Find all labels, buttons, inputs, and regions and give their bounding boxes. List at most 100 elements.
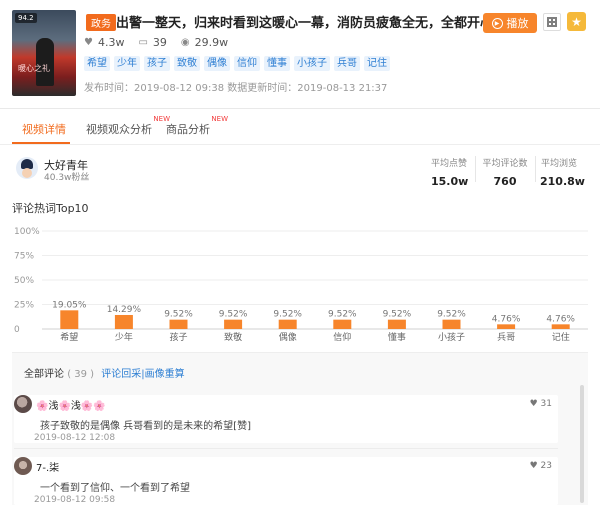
tab-audience-analysis[interactable]: 视频观众分析 NEW xyxy=(86,115,170,137)
metric-value: 15.0w xyxy=(431,175,469,188)
bar-value-label: 4.76% xyxy=(492,314,521,324)
genre-badge: 政务 xyxy=(86,14,116,31)
keyword-bar-chart: 100% 75% 50% 25% 0 19.05% 希望 14.29% 少年 9.52% 孩子 9.5… xyxy=(14,227,588,343)
y-tick-label: 100% xyxy=(14,227,40,237)
tag-item[interactable]: 记住 xyxy=(364,56,390,71)
tag-item[interactable]: 信仰 xyxy=(234,56,260,71)
favorite-button[interactable]: ★ xyxy=(567,12,586,31)
thumbnail-caption: 暖心之礼 xyxy=(18,64,50,73)
author-avatar[interactable] xyxy=(16,157,38,179)
bar[interactable] xyxy=(60,310,79,329)
bar[interactable] xyxy=(551,324,570,329)
metric-value: 210.8w xyxy=(540,175,585,188)
bar-value-label: 9.52% xyxy=(437,310,466,320)
video-title: 出警一整天，归来时看到这暖心一幕，消防员疲惫全无，全都开心的... xyxy=(116,16,521,31)
play-button-label: 播放 xyxy=(506,17,529,30)
x-tick-label: 懂事 xyxy=(388,331,406,343)
comment-text: 一个看到了信仰、一个看到了希望 xyxy=(40,483,190,494)
comment-avatar[interactable] xyxy=(14,395,32,413)
bar[interactable] xyxy=(224,319,243,329)
active-tab-indicator xyxy=(12,142,70,144)
chart-title: 评论热词Top10 xyxy=(12,202,89,215)
bar[interactable] xyxy=(442,319,461,329)
comments-stat: ▭ 39 xyxy=(138,36,166,49)
views-stat: ◉ 29.9w xyxy=(181,36,228,49)
tab-label: 视频观众分析 xyxy=(86,123,152,136)
recollect-link[interactable]: 评论回采|画像重算 xyxy=(101,369,184,380)
video-stats: ♥ 4.3w ▭ 39 ◉ 29.9w xyxy=(84,36,228,49)
metric-label: 平均浏览 xyxy=(540,159,577,169)
metric-label: 平均评论数 xyxy=(482,159,528,169)
play-button[interactable]: ▶ 播放 xyxy=(483,13,537,33)
bar[interactable] xyxy=(169,319,188,329)
video-thumbnail[interactable]: 94.2 暖心之礼 xyxy=(12,10,76,96)
comment-time: 2019-08-12 12:08 xyxy=(34,433,116,443)
bar-value-label: 9.52% xyxy=(164,310,193,320)
x-tick-label: 致敬 xyxy=(224,331,242,343)
x-tick-label: 记住 xyxy=(552,331,570,343)
bar[interactable] xyxy=(497,324,516,329)
tab-video-details[interactable]: 视频详情 xyxy=(22,121,66,137)
tab-label: 视频详情 xyxy=(22,123,66,136)
metric-label: 平均点赞 xyxy=(431,159,468,169)
likes-count: 4.3w xyxy=(97,36,125,49)
bar[interactable] xyxy=(278,319,297,329)
qr-code-button[interactable] xyxy=(543,13,561,31)
metric-divider xyxy=(475,156,476,182)
y-tick-label: 25% xyxy=(14,301,34,311)
comment-username[interactable]: 🌸浅🌸浅🌸🌸 xyxy=(36,397,106,412)
bar-value-label: 4.76% xyxy=(546,314,575,324)
comment-item: 7-.柒 ♥ 23 一个看到了信仰、一个看到了希望 2019-08-12 09:… xyxy=(14,457,558,505)
bar-value-label: 14.29% xyxy=(107,305,142,315)
metric-avg-likes: 平均点赞 15.0w xyxy=(431,156,469,188)
heart-icon: ♥ xyxy=(529,461,538,471)
x-tick-label: 希望 xyxy=(60,331,78,343)
y-tick-label: 50% xyxy=(14,276,34,286)
bar[interactable] xyxy=(114,314,133,329)
tag-item[interactable]: 致敬 xyxy=(174,56,200,71)
x-tick-label: 兵哥 xyxy=(497,331,515,343)
bar-value-label: 9.52% xyxy=(383,310,412,320)
thumbnail-score-badge: 94.2 xyxy=(15,13,37,23)
tab-product-analysis[interactable]: 商品分析 NEW xyxy=(166,115,228,137)
new-badge: NEW xyxy=(211,115,228,123)
thumbnail-figure xyxy=(36,38,54,86)
tag-item[interactable]: 懂事 xyxy=(264,56,290,71)
comment-time: 2019-08-12 09:58 xyxy=(34,495,116,505)
comments-count: 39 xyxy=(152,36,167,49)
tag-item[interactable]: 兵哥 xyxy=(334,56,360,71)
bar[interactable] xyxy=(333,319,352,329)
comment-item: 🌸浅🌸浅🌸🌸 ♥ 31 孩子致敬的是偶像 兵哥看到的是未来的希望[赞] 2019… xyxy=(14,395,558,443)
comment-like-count[interactable]: ♥ 31 xyxy=(530,399,552,409)
likes-stat: ♥ 4.3w xyxy=(84,36,124,49)
eye-icon: ◉ xyxy=(180,37,190,48)
tag-list: 希望 少年 孩子 致敬 偶像 信仰 懂事 小孩子 兵哥 记住 xyxy=(84,56,390,71)
bar[interactable] xyxy=(387,319,406,329)
play-circle-icon: ▶ xyxy=(491,17,503,29)
tag-item[interactable]: 偶像 xyxy=(204,56,230,71)
tag-item[interactable]: 希望 xyxy=(84,56,110,71)
views-count: 29.9w xyxy=(194,36,229,49)
bar-value-label: 9.52% xyxy=(328,310,357,320)
tag-item[interactable]: 小孩子 xyxy=(294,56,330,71)
like-count-value: 23 xyxy=(540,461,552,471)
x-tick-label: 少年 xyxy=(115,331,133,343)
x-tick-label: 偶像 xyxy=(279,331,297,343)
comments-scrollbar[interactable] xyxy=(580,385,584,503)
publish-time: 发布时间：2019-08-12 09:38 数据更新时间：2019-08-13 … xyxy=(84,83,388,94)
tag-item[interactable]: 孩子 xyxy=(144,56,170,71)
heart-icon: ♥ xyxy=(529,399,538,409)
comment-like-count[interactable]: ♥ 23 xyxy=(530,461,552,471)
y-tick-label: 0 xyxy=(14,325,20,335)
comment-divider xyxy=(14,448,558,449)
metric-avg-views: 平均浏览 210.8w xyxy=(540,156,585,188)
comment-text: 孩子致敬的是偶像 兵哥看到的是未来的希望[赞] xyxy=(40,421,251,432)
bar-value-label: 19.05% xyxy=(52,300,87,310)
comment-avatar[interactable] xyxy=(14,457,32,475)
tag-item[interactable]: 少年 xyxy=(114,56,140,71)
comments-header-label: 全部评论 xyxy=(24,369,64,380)
metric-avg-comments: 平均评论数 760 xyxy=(482,156,528,188)
comment-username[interactable]: 7-.柒 xyxy=(36,459,59,474)
heart-icon: ♥ xyxy=(84,37,93,48)
video-header: 94.2 暖心之礼 政务 出警一整天，归来时看到这暖心一幕，消防员疲惫全无，全都… xyxy=(0,0,600,108)
